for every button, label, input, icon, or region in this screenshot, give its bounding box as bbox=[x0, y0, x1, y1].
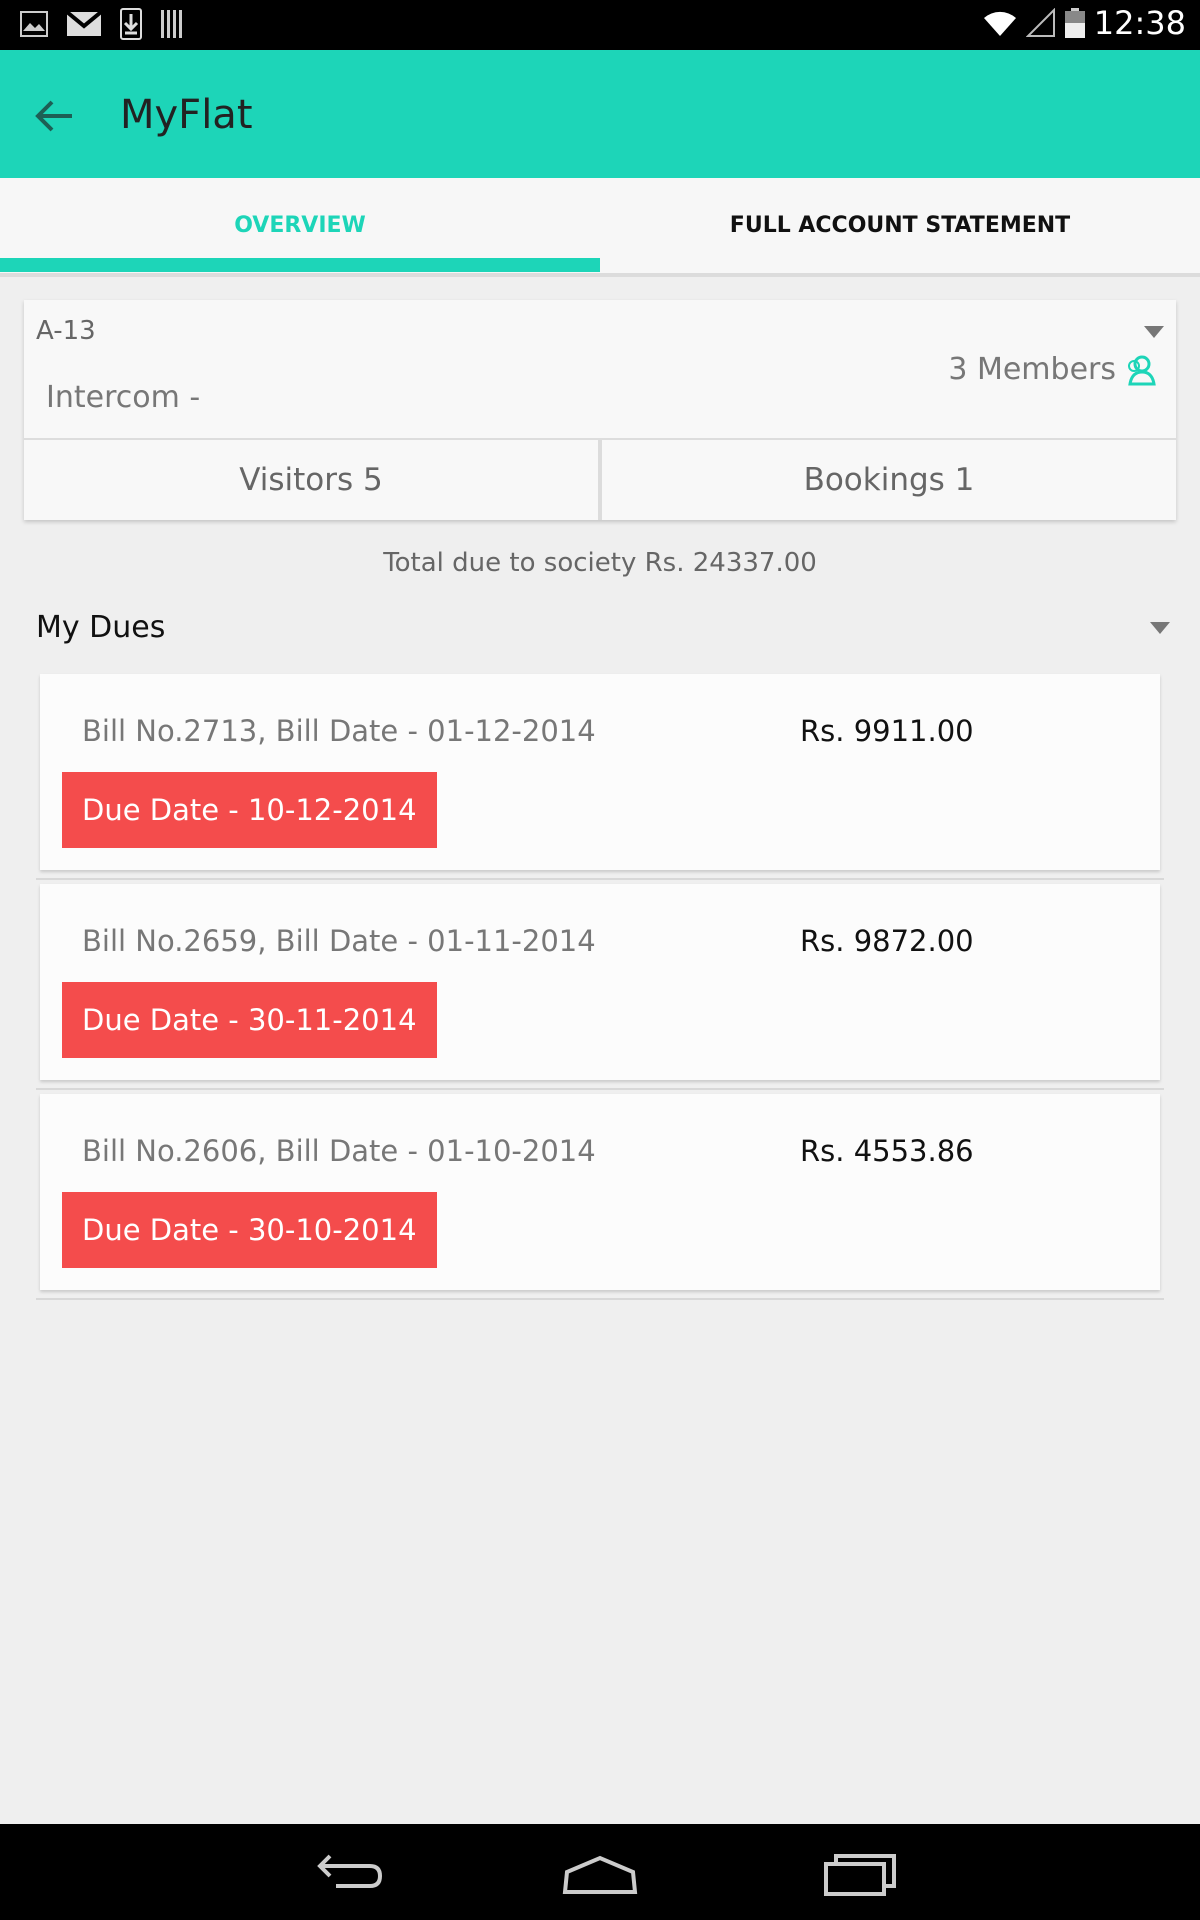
bill-amount: Rs. 9911.00 bbox=[800, 714, 974, 748]
download-icon bbox=[120, 8, 142, 40]
dues-dropdown-icon[interactable] bbox=[1150, 622, 1170, 634]
page-title: MyFlat bbox=[120, 92, 253, 138]
image-icon bbox=[20, 11, 48, 37]
recents-nav-icon[interactable] bbox=[812, 1846, 902, 1902]
intercom-label: Intercom - bbox=[46, 380, 201, 415]
tab-full-account-statement[interactable]: FULL ACCOUNT STATEMENT bbox=[600, 178, 1200, 273]
members-link[interactable]: 3 Members bbox=[948, 352, 1156, 387]
gmail-icon bbox=[66, 10, 102, 36]
members-icon bbox=[1128, 355, 1156, 385]
bill-info: Bill No.2606, Bill Date - 01-10-2014 bbox=[82, 1134, 596, 1168]
active-tab-indicator bbox=[0, 258, 600, 272]
barcode-icon bbox=[161, 10, 182, 38]
signal-icon bbox=[1025, 8, 1055, 37]
navigation-bar bbox=[0, 1824, 1200, 1920]
battery-icon bbox=[1064, 8, 1085, 38]
bill-amount: Rs. 9872.00 bbox=[800, 924, 974, 958]
flat-card: A-13 Intercom - 3 Members Visitors 5 Boo… bbox=[24, 300, 1176, 520]
due-date-badge: Due Date - 10-12-2014 bbox=[62, 772, 437, 848]
due-date-badge: Due Date - 30-10-2014 bbox=[62, 1192, 437, 1268]
home-nav-icon[interactable] bbox=[555, 1846, 645, 1902]
bill-card[interactable]: Bill No.2713, Bill Date - 01-12-2014 Rs.… bbox=[36, 674, 1164, 880]
bill-card[interactable]: Bill No.2606, Bill Date - 01-10-2014 Rs.… bbox=[36, 1094, 1164, 1300]
bill-card[interactable]: Bill No.2659, Bill Date - 01-11-2014 Rs.… bbox=[36, 884, 1164, 1090]
bill-info: Bill No.2659, Bill Date - 01-11-2014 bbox=[82, 924, 596, 958]
flat-dropdown-icon[interactable] bbox=[1144, 326, 1164, 338]
app-bar: MyFlat bbox=[0, 50, 1200, 178]
my-dues-title: My Dues bbox=[36, 610, 166, 645]
bookings-button[interactable]: Bookings 1 bbox=[602, 440, 1176, 520]
members-count: 3 Members bbox=[948, 352, 1116, 387]
status-bar: 12:38 bbox=[0, 0, 1200, 50]
flat-number: A-13 bbox=[36, 316, 96, 346]
visitors-button[interactable]: Visitors 5 bbox=[24, 440, 598, 520]
due-date-badge: Due Date - 30-11-2014 bbox=[62, 982, 437, 1058]
clock: 12:38 bbox=[1093, 4, 1186, 42]
back-nav-icon[interactable] bbox=[300, 1846, 390, 1902]
bill-amount: Rs. 4553.86 bbox=[800, 1134, 974, 1168]
bill-info: Bill No.2713, Bill Date - 01-12-2014 bbox=[82, 714, 596, 748]
total-due-text: Total due to society Rs. 24337.00 bbox=[383, 548, 817, 578]
wifi-icon bbox=[983, 11, 1016, 36]
arrow-left-icon[interactable] bbox=[28, 88, 84, 144]
